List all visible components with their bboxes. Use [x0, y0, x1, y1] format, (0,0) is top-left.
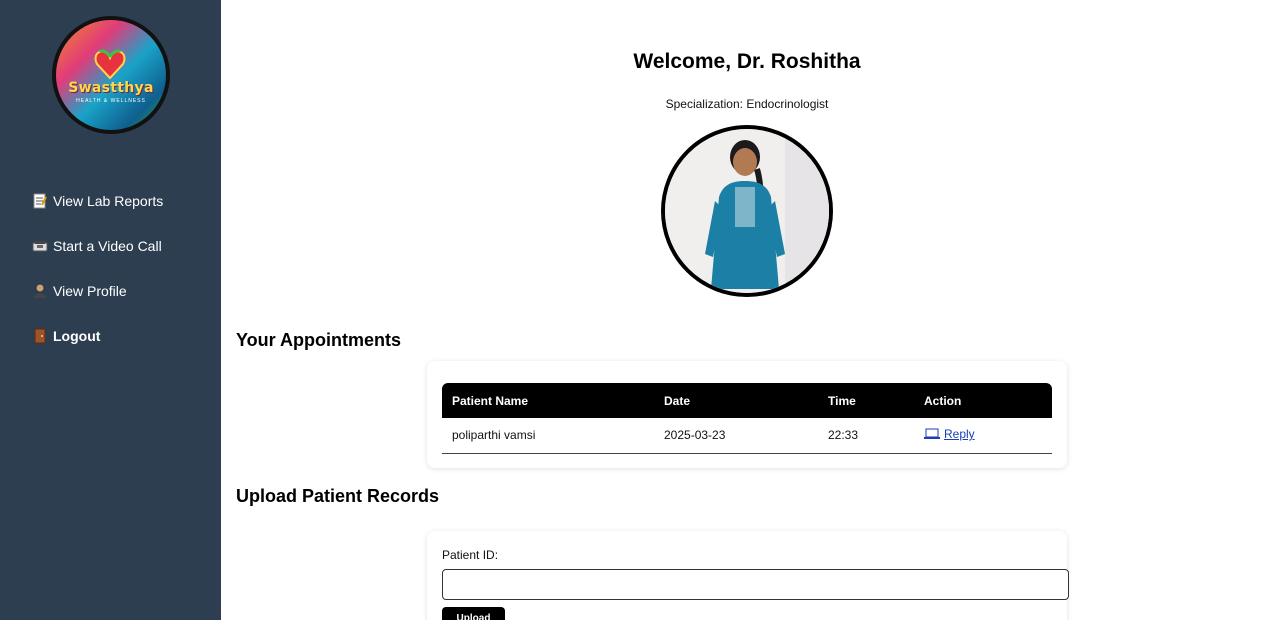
table-row: poliparthi vamsi 2025-03-23 22:33 Reply: [442, 418, 1052, 454]
sidebar-item-view-profile[interactable]: View Profile: [32, 280, 163, 302]
sidebar-item-label: View Profile: [53, 283, 127, 299]
sidebar: Swastthya HEALTH & WELLNESS View Lab Rep…: [0, 0, 221, 620]
patient-id-input[interactable]: [442, 569, 1069, 600]
swastthya-logo: Swastthya HEALTH & WELLNESS: [52, 16, 170, 134]
cell-date: 2025-03-23: [654, 418, 818, 454]
column-header-patient-name: Patient Name: [452, 393, 529, 408]
cell-action: Reply: [914, 418, 1052, 454]
upload-card: Patient ID: Upload: [427, 531, 1069, 620]
specialization-text: Specialization: Endocrinologist: [665, 97, 829, 111]
sidebar-item-label: View Lab Reports: [53, 193, 164, 209]
video-call-icon: [32, 238, 48, 254]
reply-link-label: Reply: [944, 427, 975, 442]
patient-id-label: Patient ID:: [442, 548, 499, 562]
sidebar-item-start-video-call[interactable]: Start a Video Call: [32, 235, 163, 257]
profile-icon: [32, 283, 48, 299]
column-header-action: Action: [924, 393, 962, 408]
page-title: Welcome, Dr. Roshitha: [633, 50, 861, 73]
reply-link[interactable]: Reply: [924, 427, 975, 441]
sidebar-item-logout[interactable]: Logout: [32, 325, 163, 347]
upload-button[interactable]: Upload: [442, 607, 505, 620]
heart-leaf-logo-icon: [94, 49, 126, 80]
logo-tagline: HEALTH & WELLNESS: [76, 98, 146, 104]
cell-time: 22:33: [818, 418, 914, 454]
sidebar-nav: View Lab Reports Start a Video Call View…: [32, 190, 163, 370]
sidebar-item-label: Logout: [53, 328, 101, 344]
sidebar-item-view-lab-reports[interactable]: View Lab Reports: [32, 190, 163, 212]
appointments-table: Patient Name Date Time Action poliparthi…: [442, 383, 1052, 454]
memo-icon: [32, 193, 48, 209]
door-icon: [32, 328, 48, 344]
doctor-profile-photo: [661, 125, 833, 297]
column-header-time: Time: [828, 393, 856, 408]
appointments-heading: Your Appointments: [236, 330, 401, 350]
cell-patient-name: poliparthi vamsi: [442, 418, 654, 454]
logo-brand-text: Swastthya: [68, 80, 154, 96]
upload-heading: Upload Patient Records: [236, 486, 440, 506]
laptop-icon: [924, 428, 940, 440]
column-header-date: Date: [664, 393, 691, 408]
sidebar-item-label: Start a Video Call: [53, 238, 162, 254]
table-header-row: Patient Name Date Time Action: [442, 383, 1052, 418]
appointments-card: Patient Name Date Time Action poliparthi…: [427, 361, 1067, 468]
